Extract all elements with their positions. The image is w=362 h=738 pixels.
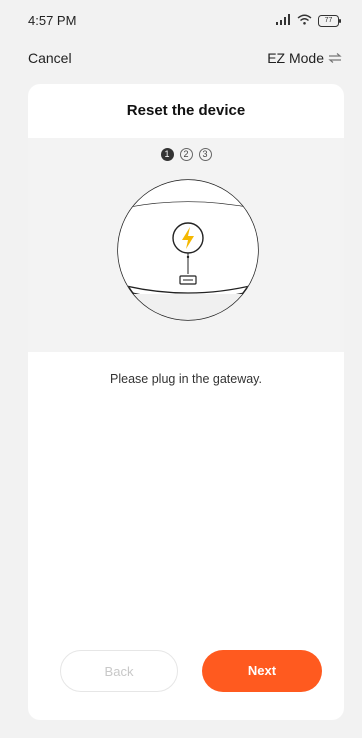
step-3: 3 [198,148,212,161]
status-time: 4:57 PM [28,13,77,28]
card-title: Reset the device [126,102,246,119]
battery-level: 77 [324,17,333,24]
nav-bar: Cancel EZ Mode [0,40,362,80]
illustration-area: 1 2 3 [28,138,344,352]
next-button[interactable]: Next [202,650,322,692]
back-button[interactable]: Back [60,650,178,692]
battery-icon: 77 [318,15,342,27]
status-bar: 4:57 PM 77 [0,0,362,40]
status-icons: 77 [275,12,342,30]
power-icon [172,222,204,254]
signal-icon [275,12,291,30]
cancel-button[interactable]: Cancel [28,50,72,66]
step-1: 1 [160,148,174,161]
ez-mode-toggle[interactable]: EZ Mode [267,50,342,66]
swap-icon [328,50,342,66]
step-indicator: 1 2 3 [28,148,344,161]
gateway-illustration [117,179,259,321]
wifi-icon [297,12,312,30]
screen: 4:57 PM 77 Cancel EZ Mode Reset the devi… [0,0,362,738]
instruction-text: Please plug in the gateway. [110,372,262,386]
reset-card: Reset the device 1 2 3 Please plug in th… [28,84,344,720]
usb-port-icon [179,275,197,285]
step-2: 2 [179,148,193,161]
ez-mode-label: EZ Mode [267,50,324,66]
